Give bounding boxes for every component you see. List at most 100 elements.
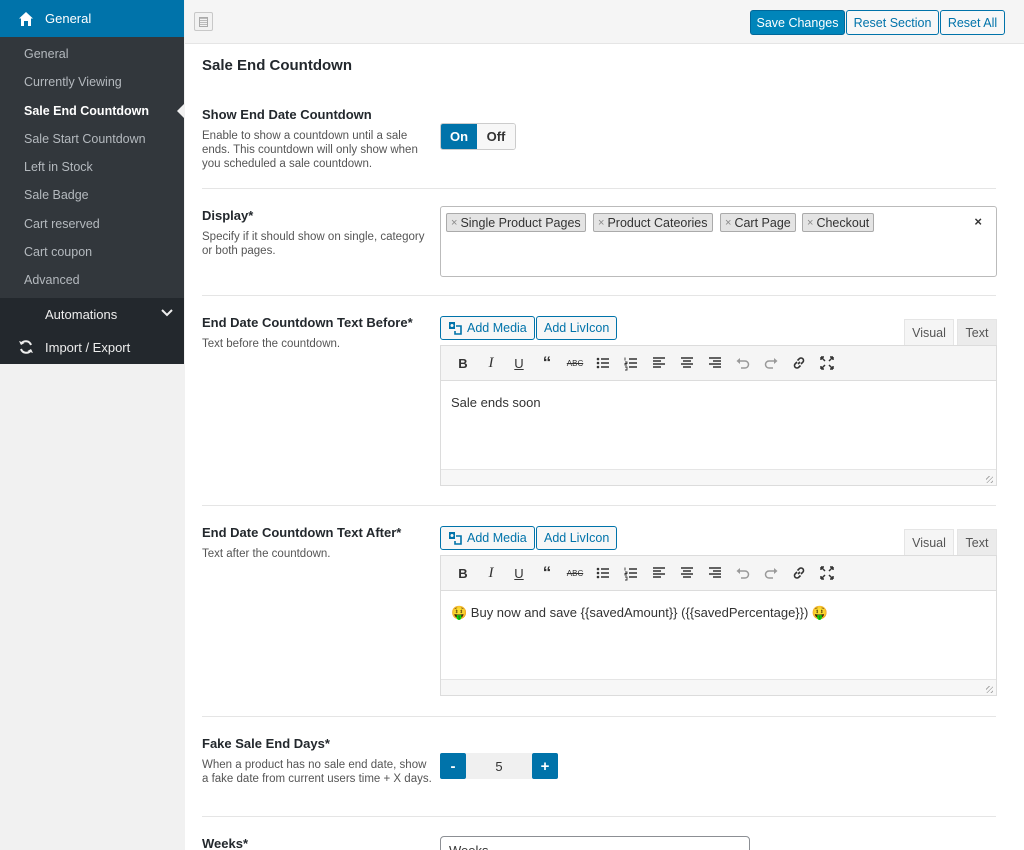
tab-text[interactable]: Text: [957, 529, 997, 555]
sidebar-submenu: General Currently Viewing Sale End Count…: [0, 37, 184, 298]
tag-remove-icon[interactable]: ×: [807, 217, 813, 229]
weeks-label: Weeks*: [202, 836, 249, 850]
fake-days-stepper: - 5 +: [440, 753, 558, 779]
align-center-icon[interactable]: [673, 561, 701, 585]
clear-all-icon[interactable]: ×: [974, 214, 982, 229]
automations-label: Automations: [45, 306, 118, 322]
redo-icon[interactable]: [757, 561, 785, 585]
row-show-end-countdown: Show End Date Countdown Enable to show a…: [202, 0, 996, 189]
undo-icon[interactable]: [729, 561, 757, 585]
text-before-desc: Text before the countdown.: [202, 338, 341, 350]
sidebar-item-currently-viewing[interactable]: Currently Viewing: [0, 68, 184, 96]
import-export-label: Import / Export: [45, 339, 131, 355]
toggle-on-option[interactable]: On: [441, 124, 477, 149]
tag-remove-icon[interactable]: ×: [598, 217, 604, 229]
weeks-input[interactable]: [440, 836, 750, 850]
underline-icon[interactable]: U: [505, 561, 533, 585]
blockquote-icon[interactable]: “: [533, 561, 561, 585]
display-desc: Specify if it should show on single, cat…: [202, 231, 425, 257]
bullet-list-icon[interactable]: [589, 351, 617, 375]
numbered-list-icon[interactable]: [617, 351, 645, 375]
italic-icon[interactable]: I: [477, 351, 505, 375]
bold-icon[interactable]: B: [449, 561, 477, 585]
add-media-button[interactable]: Add Media: [440, 316, 535, 340]
sidebar-item-general[interactable]: General: [0, 40, 184, 68]
media-icon: [449, 322, 462, 335]
align-left-icon[interactable]: [645, 351, 673, 375]
sidebar: General General Currently Viewing Sale E…: [0, 0, 184, 850]
tag-product-categories: × Product Cateories: [593, 213, 713, 232]
undo-icon[interactable]: [729, 351, 757, 375]
sidebar-item-import-export[interactable]: Import / Export: [0, 331, 184, 364]
sidebar-item-sale-badge[interactable]: Sale Badge: [0, 181, 184, 209]
text-after-editor: B I U “ ABC 🤑 Buy now and save {{savedAm…: [440, 555, 997, 696]
link-icon[interactable]: [785, 351, 813, 375]
add-livicon-button[interactable]: Add LivIcon: [536, 526, 618, 550]
sync-icon: [19, 340, 33, 354]
tab-text[interactable]: Text: [957, 319, 997, 345]
text-before-label: End Date Countdown Text Before*: [202, 315, 413, 330]
media-icon: [449, 532, 462, 545]
sidebar-item-sale-end-countdown[interactable]: Sale End Countdown: [0, 97, 184, 125]
row-fake-days: Fake Sale End Days* When a product has n…: [202, 717, 996, 817]
display-select[interactable]: × Single Product Pages × Product Cateories…: [440, 206, 997, 277]
show-end-desc: Enable to show a countdown until a sale …: [202, 130, 418, 170]
sidebar-header-general[interactable]: General: [0, 0, 184, 37]
home-icon: [19, 11, 33, 26]
tab-visual[interactable]: Visual: [904, 529, 954, 555]
tag-remove-icon[interactable]: ×: [451, 217, 457, 229]
display-label: Display*: [202, 208, 254, 223]
resize-handle[interactable]: [441, 679, 996, 695]
strikethrough-icon[interactable]: ABC: [561, 351, 589, 375]
sidebar-item-cart-coupon[interactable]: Cart coupon: [0, 238, 184, 266]
text-before-editor: B I U “ ABC Sale ends soon: [440, 345, 997, 486]
sidebar-item-advanced[interactable]: Advanced: [0, 266, 184, 294]
chevron-down-icon: [161, 308, 173, 317]
redo-icon[interactable]: [757, 351, 785, 375]
add-media-label: Add Media: [467, 531, 527, 545]
tag-label: Cart Page: [734, 215, 791, 230]
tag-remove-icon[interactable]: ×: [725, 217, 731, 229]
blockquote-icon[interactable]: “: [533, 351, 561, 375]
increment-button[interactable]: +: [532, 753, 558, 779]
sidebar-main-menu: Automations Import / Export: [0, 297, 184, 364]
numbered-list-icon[interactable]: [617, 561, 645, 585]
text-after-label: End Date Countdown Text After*: [202, 525, 402, 540]
tab-visual[interactable]: Visual: [904, 319, 954, 345]
main-panel: Save Changes Reset Section Reset All Sal…: [185, 0, 1024, 850]
editor-toolbar: B I U “ ABC: [441, 556, 996, 591]
fake-days-value[interactable]: 5: [466, 753, 532, 779]
fullscreen-icon[interactable]: [813, 351, 841, 375]
add-livicon-button[interactable]: Add LivIcon: [536, 316, 618, 340]
editor-content[interactable]: 🤑 Buy now and save {{savedAmount}} ({{sa…: [441, 591, 996, 679]
show-end-label: Show End Date Countdown: [202, 107, 372, 122]
fullscreen-icon[interactable]: [813, 561, 841, 585]
bold-icon[interactable]: B: [449, 351, 477, 375]
editor-toolbar: B I U “ ABC: [441, 346, 996, 381]
tag-label: Product Cateories: [607, 215, 708, 230]
underline-icon[interactable]: U: [505, 351, 533, 375]
align-right-icon[interactable]: [701, 561, 729, 585]
sidebar-item-sale-start-countdown[interactable]: Sale Start Countdown: [0, 125, 184, 153]
italic-icon[interactable]: I: [477, 561, 505, 585]
editor-content[interactable]: Sale ends soon: [441, 381, 996, 469]
tag-cart-page: × Cart Page: [720, 213, 796, 232]
sidebar-header-label: General: [45, 11, 92, 26]
align-left-icon[interactable]: [645, 561, 673, 585]
tag-label: Checkout: [816, 215, 870, 230]
decrement-button[interactable]: -: [440, 753, 466, 779]
add-media-button[interactable]: Add Media: [440, 526, 535, 550]
sidebar-item-left-in-stock[interactable]: Left in Stock: [0, 153, 184, 181]
align-center-icon[interactable]: [673, 351, 701, 375]
align-right-icon[interactable]: [701, 351, 729, 375]
link-icon[interactable]: [785, 561, 813, 585]
strikethrough-icon[interactable]: ABC: [561, 561, 589, 585]
show-end-toggle[interactable]: On Off: [440, 123, 516, 150]
fake-days-label: Fake Sale End Days*: [202, 736, 330, 751]
bullet-list-icon[interactable]: [589, 561, 617, 585]
sidebar-item-automations[interactable]: Automations: [0, 298, 184, 331]
sidebar-item-cart-reserved[interactable]: Cart reserved: [0, 210, 184, 238]
resize-handle[interactable]: [441, 469, 996, 485]
tag-single-product-pages: × Single Product Pages: [446, 213, 586, 232]
toggle-off-option[interactable]: Off: [477, 124, 515, 149]
